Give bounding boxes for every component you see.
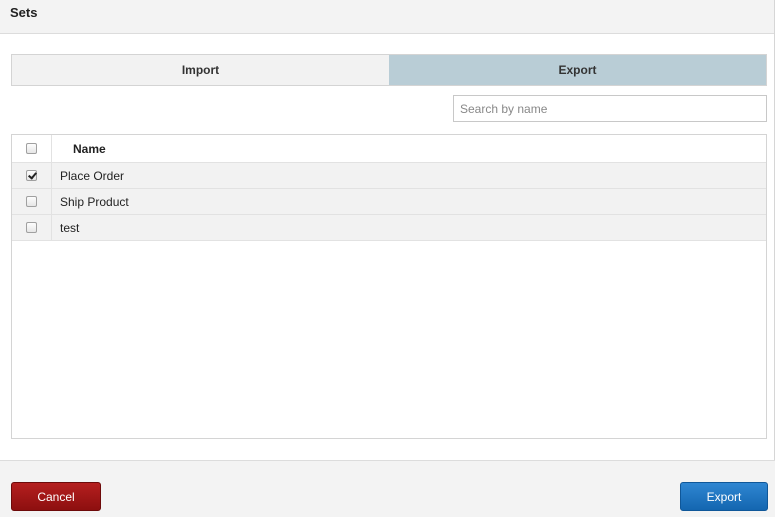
row-name: Ship Product [60, 194, 129, 209]
table-row[interactable]: test [12, 215, 766, 241]
dialog-header: Sets [0, 0, 774, 34]
row-check-cell [12, 189, 52, 214]
row-name: Place Order [60, 168, 125, 183]
export-button[interactable]: Export [680, 482, 768, 511]
table-header-row: Name [12, 135, 766, 163]
select-all-cell [12, 135, 52, 162]
tab-import[interactable]: Import [12, 55, 389, 85]
row-checkbox[interactable] [26, 170, 37, 181]
row-check-cell [12, 215, 52, 240]
tab-bar: Import Export [11, 54, 767, 86]
search-input[interactable] [453, 95, 767, 122]
tab-export[interactable]: Export [389, 55, 766, 85]
column-header-name[interactable]: Name [52, 135, 766, 162]
row-checkbox[interactable] [26, 196, 37, 207]
row-checkbox[interactable] [26, 222, 37, 233]
row-check-cell [12, 163, 52, 188]
sets-dialog: Sets Import Export Name Place Order Ship… [0, 0, 775, 517]
dialog-footer: Cancel Export [0, 460, 775, 517]
table-row[interactable]: Ship Product [12, 189, 766, 215]
table-row[interactable]: Place Order [12, 163, 766, 189]
select-all-checkbox[interactable] [26, 143, 37, 154]
cancel-button[interactable]: Cancel [11, 482, 101, 511]
sets-table: Name Place Order Ship Product test [11, 134, 767, 439]
dialog-title: Sets [10, 5, 38, 20]
row-name: test [60, 220, 80, 235]
